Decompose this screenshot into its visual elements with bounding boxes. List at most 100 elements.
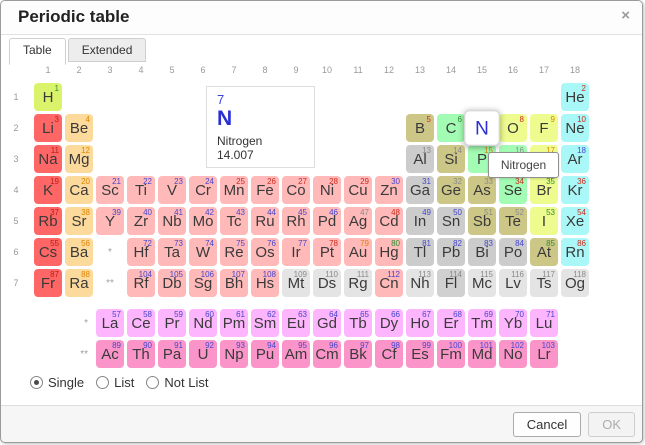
element-cell-Nb[interactable]: 41Nb — [158, 207, 186, 235]
element-cell-V[interactable]: 23V — [158, 176, 186, 204]
element-cell-Gd[interactable]: 64Gd — [313, 309, 341, 337]
element-cell-Md[interactable]: 101Md — [468, 340, 496, 368]
element-cell-Nd[interactable]: 60Nd — [189, 309, 217, 337]
element-cell-Sg[interactable]: 106Sg — [189, 269, 217, 297]
element-cell-Tm[interactable]: 69Tm — [468, 309, 496, 337]
ok-button[interactable]: OK — [588, 412, 635, 437]
element-cell-Rg[interactable]: 111Rg — [344, 269, 372, 297]
element-cell-Zn[interactable]: 30Zn — [375, 176, 403, 204]
element-cell-Cu[interactable]: 29Cu — [344, 176, 372, 204]
element-cell-Na[interactable]: 11Na — [34, 145, 62, 173]
element-cell-Dy[interactable]: 66Dy — [375, 309, 403, 337]
element-cell-Tb[interactable]: 65Tb — [344, 309, 372, 337]
element-cell-Es[interactable]: 99Es — [406, 340, 434, 368]
element-cell-Tc[interactable]: 43Tc — [220, 207, 248, 235]
element-cell-Bh[interactable]: 107Bh — [220, 269, 248, 297]
element-cell-Cr[interactable]: 24Cr — [189, 176, 217, 204]
element-cell-Pu[interactable]: 94Pu — [251, 340, 279, 368]
element-cell-Pd[interactable]: 46Pd — [313, 207, 341, 235]
element-cell-Ar[interactable]: 18Ar — [561, 145, 589, 173]
element-cell-U[interactable]: 92U — [189, 340, 217, 368]
element-cell-Mt[interactable]: 109Mt — [282, 269, 310, 297]
element-cell-Er[interactable]: 68Er — [437, 309, 465, 337]
element-cell-Cn[interactable]: 112Cn — [375, 269, 403, 297]
radio-single[interactable] — [30, 376, 43, 389]
element-cell-Pa[interactable]: 91Pa — [158, 340, 186, 368]
element-cell-Cs[interactable]: 55Cs — [34, 238, 62, 266]
element-cell-Au[interactable]: 79Au — [344, 238, 372, 266]
element-cell-Cf[interactable]: 98Cf — [375, 340, 403, 368]
element-cell-As[interactable]: 33As — [468, 176, 496, 204]
element-cell-Lr[interactable]: 103Lr — [530, 340, 558, 368]
element-cell-Sb[interactable]: 51Sb — [468, 207, 496, 235]
element-cell-Te[interactable]: 52Te — [499, 207, 527, 235]
element-cell-Am[interactable]: 95Am — [282, 340, 310, 368]
element-cell-Co[interactable]: 27Co — [282, 176, 310, 204]
element-cell-Sc[interactable]: 21Sc — [96, 176, 124, 204]
element-cell-Tl[interactable]: 81Tl — [406, 238, 434, 266]
element-cell-Eu[interactable]: 63Eu — [282, 309, 310, 337]
radio-list-label[interactable]: List — [114, 375, 134, 390]
element-cell-Rf[interactable]: 104Rf — [127, 269, 155, 297]
element-cell-Fe[interactable]: 26Fe — [251, 176, 279, 204]
element-cell-Sn[interactable]: 50Sn — [437, 207, 465, 235]
element-cell-Xe[interactable]: 54Xe — [561, 207, 589, 235]
element-cell-Y[interactable]: 39Y — [96, 207, 124, 235]
element-cell-Np[interactable]: 93Np — [220, 340, 248, 368]
element-cell-Al[interactable]: 13Al — [406, 145, 434, 173]
element-cell-Mo[interactable]: 42Mo — [189, 207, 217, 235]
element-cell-K[interactable]: 19K — [34, 176, 62, 204]
element-cell-Ra[interactable]: 88Ra — [65, 269, 93, 297]
element-cell-Db[interactable]: 105Db — [158, 269, 186, 297]
tab-extended[interactable]: Extended — [68, 38, 147, 62]
element-cell-Rb[interactable]: 37Rb — [34, 207, 62, 235]
element-cell-Mn[interactable]: 25Mn — [220, 176, 248, 204]
element-cell-B[interactable]: 5B — [406, 114, 434, 142]
element-cell-Rh[interactable]: 45Rh — [282, 207, 310, 235]
radio-single-label[interactable]: Single — [48, 375, 84, 390]
element-cell-Ce[interactable]: 58Ce — [127, 309, 155, 337]
element-cell-Hf[interactable]: 72Hf — [127, 238, 155, 266]
element-cell-N[interactable]: N — [464, 110, 500, 146]
element-cell-Bk[interactable]: 97Bk — [344, 340, 372, 368]
element-cell-Ba[interactable]: 56Ba — [65, 238, 93, 266]
element-cell-Ni[interactable]: 28Ni — [313, 176, 341, 204]
element-cell-Pb[interactable]: 82Pb — [437, 238, 465, 266]
element-cell-Nh[interactable]: 113Nh — [406, 269, 434, 297]
element-cell-Be[interactable]: 4Be — [65, 114, 93, 142]
element-cell-Li[interactable]: 3Li — [34, 114, 62, 142]
element-cell-Ti[interactable]: 22Ti — [127, 176, 155, 204]
element-cell-Br[interactable]: 35Br — [530, 176, 558, 204]
element-cell-Hs[interactable]: 108Hs — [251, 269, 279, 297]
element-cell-Sm[interactable]: 62Sm — [251, 309, 279, 337]
element-cell-F[interactable]: 9F — [530, 114, 558, 142]
element-cell-Zr[interactable]: 40Zr — [127, 207, 155, 235]
element-cell-Ca[interactable]: 20Ca — [65, 176, 93, 204]
element-cell-Cd[interactable]: 48Cd — [375, 207, 403, 235]
element-cell-Rn[interactable]: 86Rn — [561, 238, 589, 266]
element-cell-Ts[interactable]: 117Ts — [530, 269, 558, 297]
element-cell-C[interactable]: 6C — [437, 114, 465, 142]
element-cell-Th[interactable]: 90Th — [127, 340, 155, 368]
element-cell-No[interactable]: 102No — [499, 340, 527, 368]
close-icon[interactable]: × — [621, 8, 630, 23]
radio-not-list-label[interactable]: Not List — [164, 375, 208, 390]
element-cell-Fl[interactable]: 114Fl — [437, 269, 465, 297]
element-cell-Pm[interactable]: 61Pm — [220, 309, 248, 337]
element-cell-Pt[interactable]: 78Pt — [313, 238, 341, 266]
element-cell-Cm[interactable]: 96Cm — [313, 340, 341, 368]
element-cell-Mg[interactable]: 12Mg — [65, 145, 93, 173]
element-cell-Ne[interactable]: 10Ne — [561, 114, 589, 142]
element-cell-Ag[interactable]: 47Ag — [344, 207, 372, 235]
element-cell-Og[interactable]: 118Og — [561, 269, 589, 297]
element-cell-Ru[interactable]: 44Ru — [251, 207, 279, 235]
element-cell-Se[interactable]: 34Se — [499, 176, 527, 204]
element-cell-Yb[interactable]: 70Yb — [499, 309, 527, 337]
cancel-button[interactable]: Cancel — [513, 412, 581, 437]
element-cell-Os[interactable]: 76Os — [251, 238, 279, 266]
element-cell-Sr[interactable]: 38Sr — [65, 207, 93, 235]
element-cell-Ho[interactable]: 67Ho — [406, 309, 434, 337]
element-cell-La[interactable]: 57La — [96, 309, 124, 337]
element-cell-In[interactable]: 49In — [406, 207, 434, 235]
element-cell-Kr[interactable]: 36Kr — [561, 176, 589, 204]
